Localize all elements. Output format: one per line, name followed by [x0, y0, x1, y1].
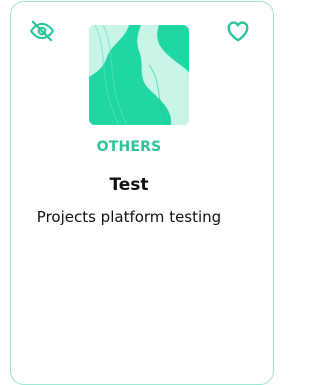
heart-outline-icon: [227, 21, 249, 42]
project-title[interactable]: Test: [0, 175, 258, 195]
favorite-button[interactable]: [221, 14, 255, 48]
project-category: OTHERS: [96, 139, 162, 155]
hide-button[interactable]: [25, 14, 59, 48]
eye-off-icon: [30, 20, 54, 42]
project-thumbnail[interactable]: [89, 25, 189, 125]
project-description: Projects platform testing: [36, 208, 222, 226]
